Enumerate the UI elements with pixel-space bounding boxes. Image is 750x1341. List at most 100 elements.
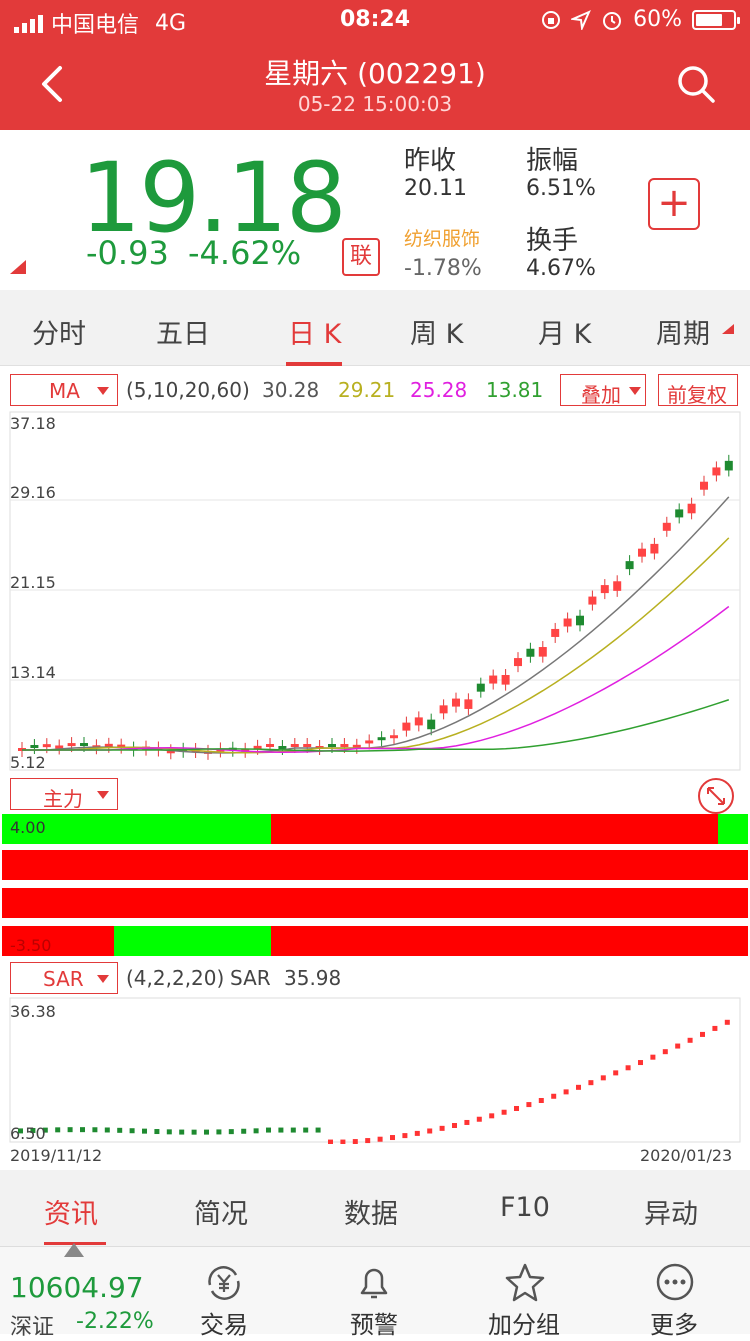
candle-body: [67, 743, 76, 747]
sar-dot: [390, 1135, 395, 1141]
kline-chart[interactable]: [0, 410, 750, 772]
lian-button[interactable]: 联: [342, 238, 380, 276]
sar-dot: [204, 1129, 209, 1135]
tab-five-day[interactable]: 五日: [156, 312, 210, 351]
sar-params: (4,2,2,20): [126, 966, 225, 990]
ma5-line: [22, 496, 730, 754]
sar-dot: [576, 1084, 581, 1090]
sar-dot: [104, 1127, 110, 1133]
location-icon: [571, 9, 592, 30]
battery-icon: [692, 9, 740, 30]
up-arrow-icon: [64, 1243, 84, 1257]
period-caret-icon: [722, 324, 734, 334]
candle-body: [390, 735, 398, 739]
sar-dot: [117, 1127, 123, 1133]
main-force-bottom: -3.50: [10, 936, 52, 955]
overlay-selector[interactable]: 叠加: [560, 374, 646, 407]
sar-dot: [166, 1129, 172, 1135]
sar-dot: [191, 1129, 197, 1135]
sar-dot: [92, 1127, 98, 1133]
tab-weekly-k[interactable]: 周 K: [410, 312, 463, 351]
sar-dot: [464, 1119, 470, 1125]
sar-dot: [675, 1043, 681, 1049]
battery-percent: 60%: [633, 7, 682, 32]
sar-dot: [712, 1025, 718, 1031]
main-force-top: 4.00: [10, 818, 46, 837]
sar-dot: [476, 1116, 482, 1122]
lock-rotation-icon: [542, 10, 561, 29]
main-force-selector[interactable]: 主力: [10, 778, 118, 811]
tab-f10[interactable]: F10: [500, 1192, 550, 1223]
add-watchlist-button[interactable]: +: [648, 178, 700, 230]
turnover-value: 4.67%: [526, 256, 596, 281]
candle-body: [402, 722, 411, 731]
search-icon[interactable]: [676, 64, 716, 104]
tab-profile[interactable]: 简况: [194, 1192, 248, 1231]
adjust-button[interactable]: 前复权: [658, 374, 738, 407]
sar-dot: [427, 1128, 433, 1134]
candle-body: [290, 744, 299, 747]
index-value[interactable]: 10604.97: [10, 1271, 144, 1304]
candle-body: [30, 745, 39, 749]
nav-bar: 星期六 (002291) 05-22 15:00:03: [0, 40, 750, 130]
tab-period[interactable]: 周期: [656, 312, 710, 351]
tab-movements[interactable]: 异动: [644, 1192, 698, 1231]
ma5-value: 30.28: [262, 378, 320, 402]
sar-dot: [514, 1105, 519, 1111]
sar-dot: [352, 1139, 358, 1144]
candle-body: [588, 596, 597, 605]
sar-dot: [129, 1128, 135, 1134]
candle-body: [414, 717, 423, 726]
ma60-line: [22, 699, 730, 752]
sar-dot: [588, 1080, 594, 1086]
sar-dot: [402, 1133, 408, 1139]
candle-body: [328, 744, 336, 747]
candle-body: [724, 460, 733, 471]
start-date: 2019/11/12: [10, 1146, 103, 1165]
candle-body: [501, 675, 510, 685]
candle-body: [340, 744, 349, 747]
sar-selector[interactable]: SAR: [10, 962, 118, 994]
candle-body: [526, 648, 535, 657]
candle-body: [576, 615, 584, 626]
candle-body: [439, 705, 448, 714]
yuan-exchange-icon: [208, 1266, 240, 1300]
sector-link[interactable]: 纺织服饰: [404, 224, 480, 251]
ma10-value: 29.21: [338, 378, 396, 402]
tab-daily-k[interactable]: 日 K: [288, 312, 341, 351]
kline-axis-2: 29.16: [10, 483, 56, 502]
candle-body: [638, 548, 646, 557]
candle-body: [476, 683, 485, 692]
candle-body: [452, 698, 460, 707]
candle-body: [563, 618, 572, 627]
sar-dot: [315, 1127, 321, 1133]
tab-data[interactable]: 数据: [344, 1192, 398, 1231]
tab-news[interactable]: 资讯: [44, 1192, 98, 1231]
prev-close-value: 20.11: [404, 176, 467, 201]
ma-params: (5,10,20,60): [126, 378, 250, 402]
index-change: -2.22%: [76, 1309, 154, 1334]
sar-dot: [700, 1031, 705, 1037]
candle-body: [42, 744, 51, 748]
sar-dot: [638, 1060, 643, 1066]
sar-label: SAR: [230, 966, 271, 990]
kline-frame: [9, 411, 741, 771]
candle-body: [303, 744, 312, 747]
ma60-value: 13.81: [486, 378, 544, 402]
sar-dot: [179, 1129, 185, 1135]
candle-body: [650, 543, 659, 554]
sar-dot: [625, 1065, 631, 1071]
tab-intraday[interactable]: 分时: [32, 312, 86, 351]
sar-dot: [216, 1129, 222, 1135]
sar-chart[interactable]: [0, 996, 750, 1144]
corner-marker-icon: [10, 260, 26, 274]
sar-dot: [489, 1113, 495, 1119]
expand-icon[interactable]: [696, 776, 736, 816]
sar-axis-min: 6.50: [10, 1124, 46, 1143]
tab-monthly-k[interactable]: 月 K: [538, 312, 591, 351]
main-force-bar-4: -3.50: [2, 926, 748, 956]
candle-body: [427, 719, 436, 730]
sar-dot: [67, 1127, 73, 1133]
ma-selector[interactable]: MA: [10, 374, 118, 406]
sar-dot: [303, 1127, 309, 1133]
